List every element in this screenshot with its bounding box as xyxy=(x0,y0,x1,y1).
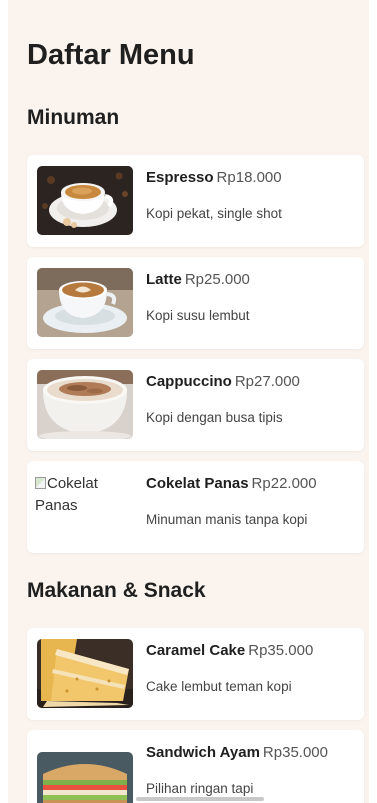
menu-item-caramel-cake[interactable]: Caramel Cake Rp35.000 Cake lembut teman k… xyxy=(27,628,364,720)
cappuccino-photo xyxy=(37,370,133,439)
item-description: Kopi dengan busa tipis xyxy=(146,410,283,425)
item-description: Pilihan ringan tapi xyxy=(146,781,254,796)
menu-screen: Daftar Menu Minuman Espresso Rp18.000 Kop… xyxy=(8,0,369,803)
item-name: Latte xyxy=(146,271,182,288)
item-price: Rp35.000 xyxy=(262,744,328,761)
item-price: Rp27.000 xyxy=(234,373,300,390)
section-title-makanan-snack: Makanan & Snack xyxy=(27,579,206,602)
section-title-minuman: Minuman xyxy=(27,106,120,129)
broken-image-icon: Cokelat Panas xyxy=(35,473,135,517)
menu-item-sandwich-ayam[interactable]: Sandwich Ayam Rp35.000 Pilihan ringan tap… xyxy=(27,730,364,803)
item-description: Cake lembut teman kopi xyxy=(146,679,292,694)
page-title: Daftar Menu xyxy=(27,39,195,71)
item-name: Cappuccino xyxy=(146,373,232,390)
item-description: Kopi pekat, single shot xyxy=(146,206,282,221)
item-description: Minuman manis tanpa kopi xyxy=(146,512,308,527)
menu-item-cokelat-panas[interactable]: Cokelat Panas Cokelat Panas Rp22.000 Minu… xyxy=(27,461,364,553)
menu-item-espresso[interactable]: Espresso Rp18.000 Kopi pekat, single shot xyxy=(27,155,364,247)
menu-item-cappuccino[interactable]: Cappuccino Rp27.000 Kopi dengan busa tipi… xyxy=(27,359,364,451)
item-price: Rp18.000 xyxy=(216,169,282,186)
item-price: Rp22.000 xyxy=(251,475,317,492)
item-name: Espresso xyxy=(146,169,214,186)
item-price: Rp25.000 xyxy=(184,271,250,288)
item-name: Caramel Cake xyxy=(146,642,246,659)
item-name: Sandwich Ayam xyxy=(146,744,260,761)
espresso-photo xyxy=(37,166,133,235)
sandwich-photo xyxy=(37,752,133,803)
item-price: Rp35.000 xyxy=(248,642,314,659)
item-description: Kopi susu lembut xyxy=(146,308,250,323)
caramel-cake-photo xyxy=(37,639,133,708)
menu-item-latte[interactable]: Latte Rp25.000 Kopi susu lembut xyxy=(27,257,364,349)
home-indicator[interactable] xyxy=(136,797,264,801)
item-name: Cokelat Panas xyxy=(146,475,249,492)
latte-photo xyxy=(37,268,133,337)
